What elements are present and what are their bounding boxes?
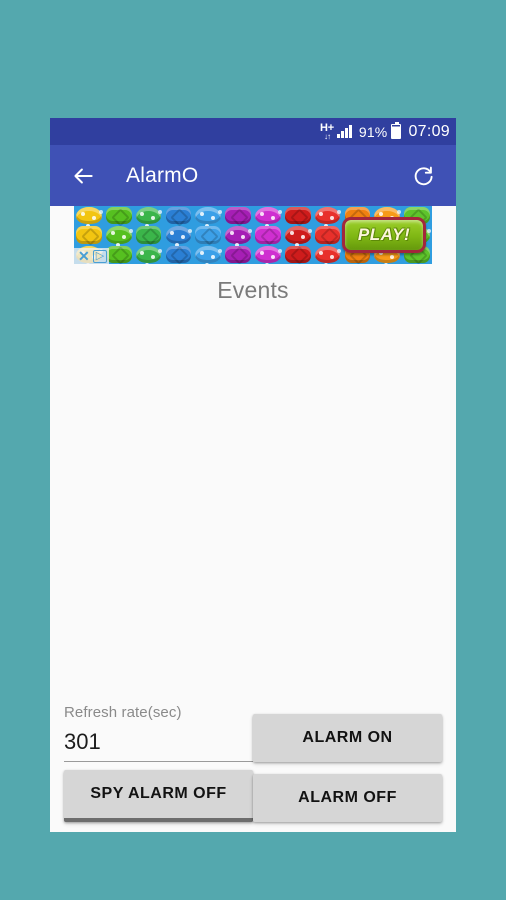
ad-tile: [195, 207, 222, 225]
ad-banner[interactable]: PLAY! ✕ ▷: [74, 206, 432, 264]
status-bar: H+ ↓↑ 91% 07:09: [50, 118, 456, 145]
alarm-on-group: ALARM ON: [253, 714, 442, 762]
ad-tile: [255, 226, 281, 244]
ad-tile: [105, 245, 132, 263]
ad-tile: [225, 226, 251, 244]
ad-tile-column: [253, 206, 283, 264]
network-arrows-icon: ↓↑: [323, 131, 331, 141]
ad-tile: [225, 245, 251, 263]
ad-tile: [284, 245, 311, 263]
controls-row-bottom: SPY ALARM OFF ALARM OFF: [64, 770, 442, 822]
ad-tile-column: [313, 206, 343, 264]
ad-tile: [284, 207, 311, 225]
ad-tile: [76, 207, 102, 225]
ad-close-icon[interactable]: ✕: [76, 249, 92, 263]
ad-tile: [195, 245, 222, 263]
alarm-off-group: ALARM OFF: [253, 774, 442, 822]
refresh-rate-label: Refresh rate(sec): [64, 704, 182, 721]
ad-tile: [135, 226, 162, 244]
ad-tile-column: [223, 206, 253, 264]
ad-tile-column: [283, 206, 313, 264]
ad-tile: [255, 245, 281, 263]
alarm-off-button[interactable]: ALARM OFF: [253, 774, 442, 822]
ad-tile-column: [134, 206, 164, 264]
ad-tile: [314, 207, 341, 225]
spy-alarm-off-button[interactable]: SPY ALARM OFF: [64, 770, 253, 822]
spy-alarm-group: SPY ALARM OFF: [64, 770, 253, 822]
ad-choices-controls[interactable]: ✕ ▷: [74, 248, 110, 264]
refresh-button[interactable]: [408, 160, 440, 192]
app-bar: AlarmO: [50, 145, 456, 206]
controls-row-top: Refresh rate(sec) ALARM ON: [64, 704, 442, 762]
ad-play-button[interactable]: PLAY!: [342, 217, 426, 253]
battery-icon: [391, 122, 402, 139]
ad-tile: [225, 207, 251, 225]
events-title: Events: [217, 277, 289, 303]
app-title: AlarmO: [126, 163, 199, 187]
ad-tile: [105, 207, 132, 225]
ad-tile: [314, 245, 341, 263]
ad-tile-column: [193, 206, 223, 264]
battery-percent-label: 91%: [358, 123, 388, 140]
ad-tile: [76, 226, 102, 244]
ad-tile: [165, 207, 192, 225]
status-bar-icons: H+ ↓↑ 91% 07:09: [320, 122, 450, 141]
ad-tile: [135, 207, 162, 225]
network-type-icon: H+ ↓↑: [320, 122, 334, 141]
ad-play-label: PLAY!: [357, 225, 411, 244]
signal-bars-icon: [336, 125, 353, 138]
refresh-rate-group: Refresh rate(sec): [64, 704, 253, 762]
ad-tile: [255, 207, 281, 225]
controls-row-spacer: [64, 762, 442, 770]
ad-tile: [165, 226, 192, 244]
ad-tile: [284, 226, 311, 244]
back-button[interactable]: [66, 159, 100, 193]
ad-info-icon[interactable]: ▷: [92, 249, 108, 263]
phone-screen: H+ ↓↑ 91% 07:09 AlarmO PLAY! ✕ ▷ Events …: [50, 118, 456, 832]
ad-tile: [165, 245, 192, 263]
ad-tile: [105, 226, 132, 244]
status-bar-clock: 07:09: [408, 122, 450, 140]
alarm-on-button[interactable]: ALARM ON: [253, 714, 442, 762]
ad-tile: [195, 226, 222, 244]
bottom-controls: Refresh rate(sec) ALARM ON SPY ALARM OFF…: [50, 704, 456, 832]
content-area: Events: [50, 264, 456, 724]
refresh-icon: [414, 166, 433, 185]
refresh-rate-input[interactable]: [64, 729, 253, 762]
ad-tile: [135, 245, 162, 263]
ad-tile: [314, 226, 341, 244]
ad-tile-column: [163, 206, 193, 264]
back-arrow-icon: [74, 168, 93, 183]
